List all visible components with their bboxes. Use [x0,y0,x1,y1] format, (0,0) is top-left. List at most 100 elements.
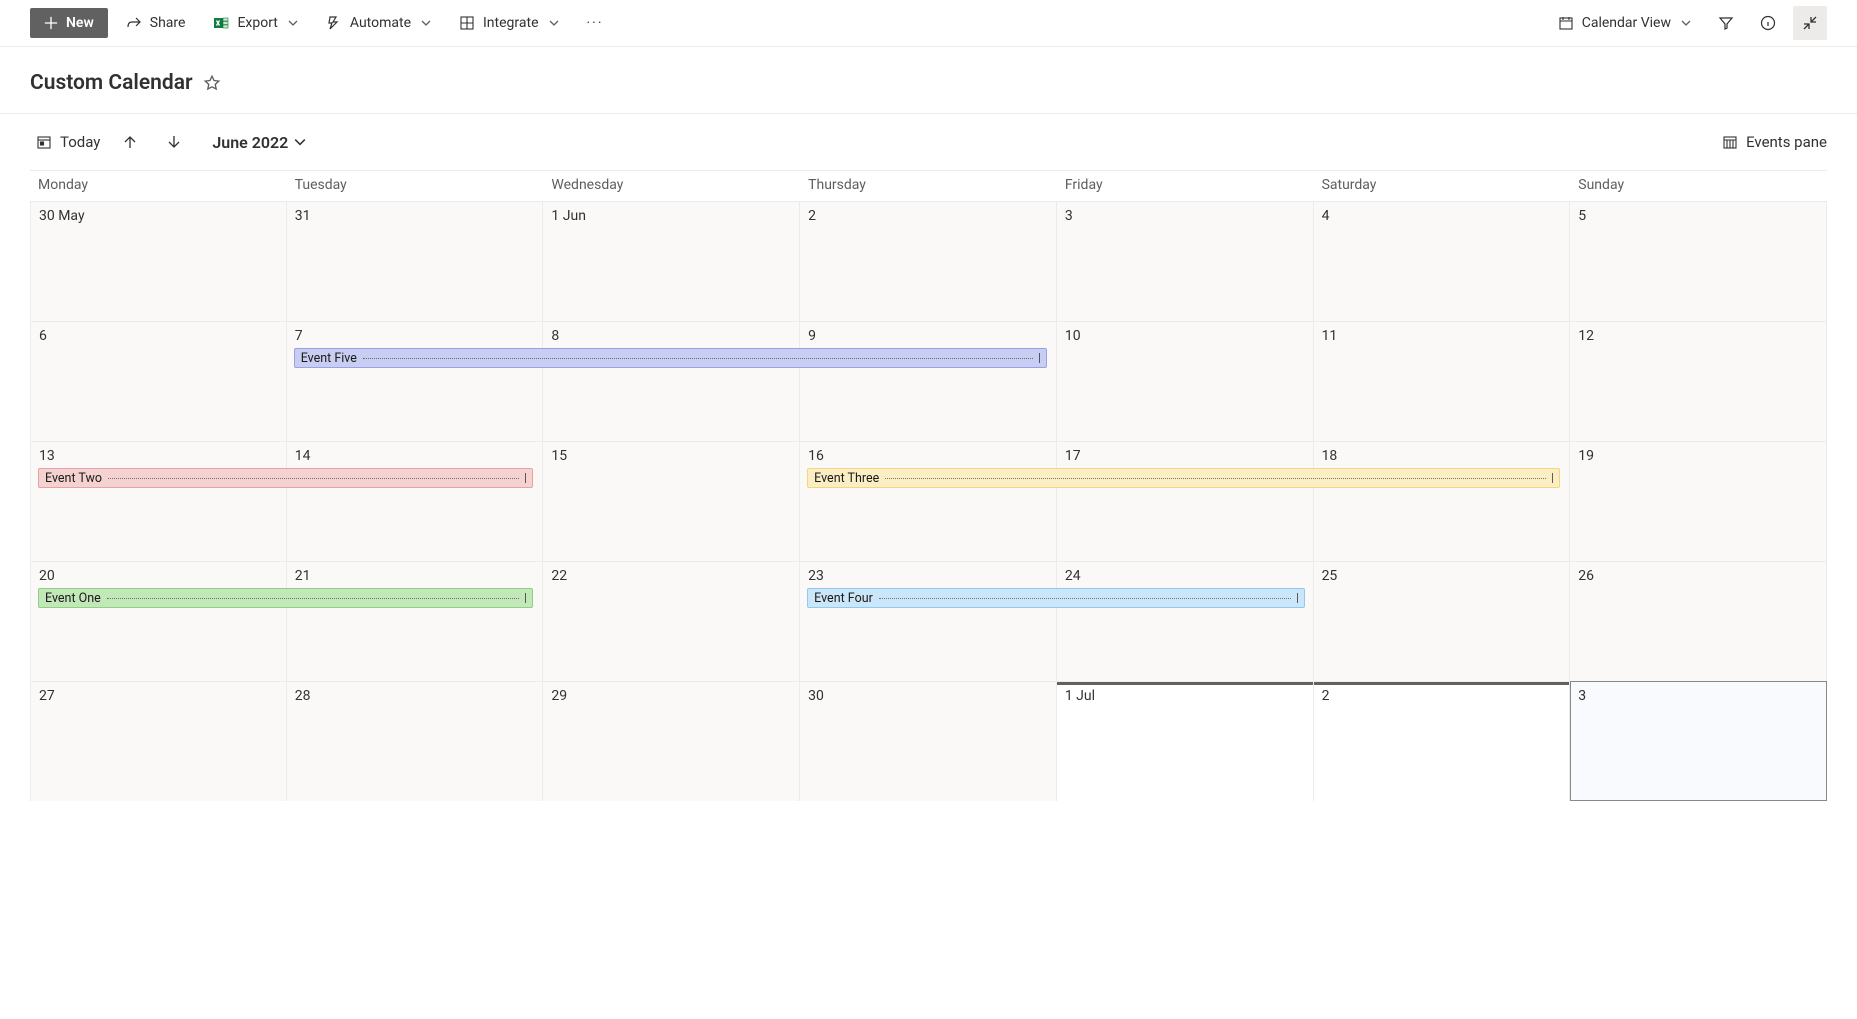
filter-icon [1718,15,1734,31]
calendar-cell[interactable]: 23 Event Four [800,561,1057,681]
event-end-tick [1552,473,1553,483]
calendar-cell[interactable]: 14 [287,441,544,561]
chevron-down-icon [1681,18,1691,28]
event-bar[interactable]: Event Five [294,348,1047,368]
calendar-cell[interactable]: 31 [287,201,544,321]
calendar-weekday-row: MondayTuesdayWednesdayThursdayFridaySatu… [30,171,1827,201]
calendar-cell[interactable]: 4 [1314,201,1571,321]
calendar-cell[interactable]: 15 [543,441,800,561]
collapse-button[interactable] [1793,6,1827,40]
date-number: 23 [808,568,1048,584]
event-title: Event Two [45,471,102,486]
calendar-cell[interactable]: 20 Event One [30,561,287,681]
calendar-cell[interactable]: 16 Event Three [800,441,1057,561]
weekday-header: Sunday [1570,171,1827,201]
calendar-cell[interactable]: 27 [30,681,287,801]
new-label: New [66,15,94,31]
arrow-up-icon [122,134,138,150]
event-title: Event Three [814,471,879,486]
weekday-header: Monday [30,171,287,201]
chevron-down-icon [294,136,306,148]
today-button[interactable]: Today [36,133,100,151]
prev-month-button[interactable] [116,128,144,156]
share-label: Share [150,15,186,31]
calendar-cell[interactable]: 2 [800,201,1057,321]
events-pane-label: Events pane [1746,133,1827,151]
info-button[interactable] [1751,6,1785,40]
date-number: 20 [39,568,278,584]
export-label: Export [237,15,277,31]
date-number: 18 [1322,448,1562,464]
calendar-cell[interactable]: 29 [543,681,800,801]
events-pane-icon [1722,134,1738,150]
calendar-cell[interactable]: 3 [1570,681,1827,801]
share-button[interactable]: Share [116,9,196,37]
command-bar-right: Calendar View [1548,6,1827,40]
calendar-cell[interactable]: 24 [1057,561,1314,681]
export-button[interactable]: Export [203,9,307,37]
calendar-cell[interactable]: 6 [30,321,287,441]
excel-icon [213,15,229,31]
date-number: 25 [1322,568,1562,584]
automate-label: Automate [350,15,411,31]
date-number: 29 [551,688,791,704]
calendar-cell[interactable]: 13Event Two [30,441,287,561]
new-button[interactable]: New [30,8,108,38]
calendar-cell[interactable]: 18 [1314,441,1571,561]
date-number: 3 [1065,208,1305,224]
calendar-cell[interactable]: 22 [543,561,800,681]
calendar-cell[interactable]: 3 [1057,201,1314,321]
month-picker[interactable]: June 2022 [212,133,306,152]
calendar-cell[interactable]: 26 [1570,561,1827,681]
event-title: Event One [45,591,101,606]
integrate-icon [459,15,475,31]
calendar-cell[interactable]: 1 Jul [1057,681,1314,801]
date-number: 9 [808,328,1048,344]
date-number: 1 Jun [551,208,791,224]
date-number: 28 [295,688,535,704]
date-number: 2 [1322,688,1562,704]
filter-button[interactable] [1709,6,1743,40]
calendar-cell[interactable]: 9 [800,321,1057,441]
month-label: June 2022 [212,133,288,152]
plus-icon [44,16,58,30]
favorite-star-button[interactable] [203,74,221,92]
automate-button[interactable]: Automate [316,9,441,37]
event-bar[interactable]: Event Three [807,468,1560,488]
integrate-button[interactable]: Integrate [449,9,569,37]
chevron-down-icon [549,18,559,28]
command-bar: New Share Export Automate [0,0,1857,47]
event-bar[interactable]: Event Two [38,468,533,488]
events-pane-button[interactable]: Events pane [1722,133,1827,151]
event-title: Event Four [814,591,873,606]
calendar-cell[interactable]: 1 Jun [543,201,800,321]
calendar-body: 30 May311 Jun234567Event Five8910111213E… [30,201,1827,801]
calendar-cell[interactable]: 28 [287,681,544,801]
date-number: 6 [39,328,278,344]
calendar-cell[interactable]: 7Event Five [287,321,544,441]
date-number: 19 [1578,448,1818,464]
calendar-cell[interactable]: 12 [1570,321,1827,441]
overflow-button[interactable]: ··· [577,9,614,37]
calendar-cell[interactable]: 19 [1570,441,1827,561]
calendar-cell[interactable]: 8 [543,321,800,441]
date-number: 30 May [39,208,278,224]
next-month-button[interactable] [160,128,188,156]
calendar-cell[interactable]: 11 [1314,321,1571,441]
calendar-cell[interactable]: 25 [1314,561,1571,681]
date-number: 24 [1065,568,1305,584]
view-selector[interactable]: Calendar View [1548,9,1701,37]
calendar-cell[interactable]: 5 [1570,201,1827,321]
page-header: Custom Calendar [0,47,1857,114]
calendar-cell[interactable]: 2 [1314,681,1571,801]
date-number: 16 [808,448,1048,464]
calendar-cell[interactable]: 17 [1057,441,1314,561]
calendar-cell[interactable]: 10 [1057,321,1314,441]
event-bar[interactable]: Event One [38,588,533,608]
calendar-cell[interactable]: 21 [287,561,544,681]
calendar-cell[interactable]: 30 May [30,201,287,321]
calendar-cell[interactable]: 30 [800,681,1057,801]
event-bar[interactable]: Event Four [807,588,1304,608]
date-number: 14 [295,448,535,464]
weekday-header: Saturday [1314,171,1571,201]
